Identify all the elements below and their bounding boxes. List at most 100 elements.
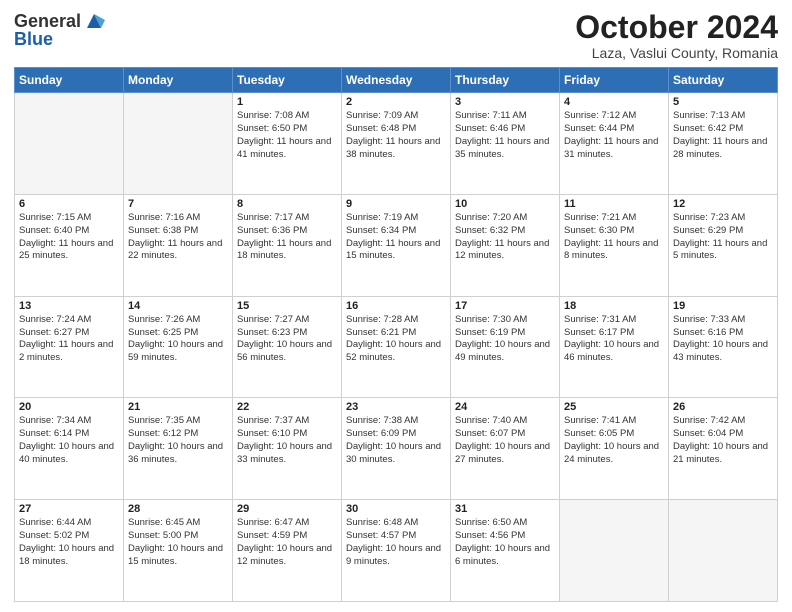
logo: General Blue xyxy=(14,10,105,50)
calendar-header-cell: Thursday xyxy=(451,68,560,93)
calendar-week-row: 13 Sunrise: 7:24 AM Sunset: 6:27 PM Dayli… xyxy=(15,296,778,398)
calendar-cell: 12 Sunrise: 7:23 AM Sunset: 6:29 PM Dayli… xyxy=(669,194,778,296)
day-info: Sunrise: 7:11 AM Sunset: 6:46 PM Dayligh… xyxy=(455,110,555,161)
day-number: 31 xyxy=(455,503,555,515)
calendar-cell: 14Sunrise: 7:26 AM Sunset: 6:25 PM Dayli… xyxy=(124,296,233,398)
calendar-cell xyxy=(669,500,778,602)
day-number: 18 xyxy=(564,300,664,312)
day-number: 12 xyxy=(673,198,773,210)
day-info: Sunrise: 7:37 AM Sunset: 6:10 PM Dayligh… xyxy=(237,415,337,466)
calendar-cell: 15Sunrise: 7:27 AM Sunset: 6:23 PM Dayli… xyxy=(233,296,342,398)
calendar-body: 1 Sunrise: 7:08 AM Sunset: 6:50 PM Daylig… xyxy=(15,93,778,602)
day-number: 16 xyxy=(346,300,446,312)
day-info: Sunrise: 7:40 AM Sunset: 6:07 PM Dayligh… xyxy=(455,415,555,466)
calendar-cell: 4Sunrise: 7:12 AM Sunset: 6:44 PM Daylig… xyxy=(560,93,669,195)
day-number: 21 xyxy=(128,401,228,413)
day-number: 20 xyxy=(19,401,119,413)
calendar-cell: 27 Sunrise: 6:44 AM Sunset: 5:02 PM Dayli… xyxy=(15,500,124,602)
calendar-cell: 19 Sunrise: 7:33 AM Sunset: 6:16 PM Dayli… xyxy=(669,296,778,398)
logo-icon xyxy=(83,10,105,32)
day-info: Sunrise: 7:30 AM Sunset: 6:19 PM Dayligh… xyxy=(455,314,555,365)
day-info: Sunrise: 7:17 AM Sunset: 6:36 PM Dayligh… xyxy=(237,212,337,263)
day-number: 8 xyxy=(237,198,337,210)
day-info: Sunrise: 7:35 AM Sunset: 6:12 PM Dayligh… xyxy=(128,415,228,466)
calendar-header-cell: Sunday xyxy=(15,68,124,93)
calendar-cell: 2Sunrise: 7:09 AM Sunset: 6:48 PM Daylig… xyxy=(342,93,451,195)
calendar-cell: 28Sunrise: 6:45 AM Sunset: 5:00 PM Dayli… xyxy=(124,500,233,602)
calendar-table: SundayMondayTuesdayWednesdayThursdayFrid… xyxy=(14,67,778,602)
title-location: Laza, Vaslui County, Romania xyxy=(575,45,778,61)
day-info: Sunrise: 7:31 AM Sunset: 6:17 PM Dayligh… xyxy=(564,314,664,365)
day-number: 30 xyxy=(346,503,446,515)
calendar-cell xyxy=(15,93,124,195)
day-info: Sunrise: 7:12 AM Sunset: 6:44 PM Dayligh… xyxy=(564,110,664,161)
day-number: 1 xyxy=(237,96,337,108)
day-info: Sunrise: 7:38 AM Sunset: 6:09 PM Dayligh… xyxy=(346,415,446,466)
day-info: Sunrise: 7:42 AM Sunset: 6:04 PM Dayligh… xyxy=(673,415,773,466)
calendar-cell: 24 Sunrise: 7:40 AM Sunset: 6:07 PM Dayli… xyxy=(451,398,560,500)
calendar-cell: 11Sunrise: 7:21 AM Sunset: 6:30 PM Dayli… xyxy=(560,194,669,296)
calendar-cell: 18 Sunrise: 7:31 AM Sunset: 6:17 PM Dayli… xyxy=(560,296,669,398)
day-number: 10 xyxy=(455,198,555,210)
calendar-cell: 21 Sunrise: 7:35 AM Sunset: 6:12 PM Dayli… xyxy=(124,398,233,500)
day-info: Sunrise: 7:19 AM Sunset: 6:34 PM Dayligh… xyxy=(346,212,446,263)
title-month: October 2024 xyxy=(575,10,778,45)
calendar-week-row: 27 Sunrise: 6:44 AM Sunset: 5:02 PM Dayli… xyxy=(15,500,778,602)
calendar-header-cell: Wednesday xyxy=(342,68,451,93)
day-number: 26 xyxy=(673,401,773,413)
day-info: Sunrise: 7:13 AM Sunset: 6:42 PM Dayligh… xyxy=(673,110,773,161)
header: General Blue October 2024 Laza, Vaslui C… xyxy=(14,10,778,61)
day-info: Sunrise: 7:08 AM Sunset: 6:50 PM Dayligh… xyxy=(237,110,337,161)
day-number: 27 xyxy=(19,503,119,515)
day-number: 11 xyxy=(564,198,664,210)
day-info: Sunrise: 7:26 AM Sunset: 6:25 PM Dayligh… xyxy=(128,314,228,365)
day-info: Sunrise: 7:33 AM Sunset: 6:16 PM Dayligh… xyxy=(673,314,773,365)
day-number: 19 xyxy=(673,300,773,312)
day-info: Sunrise: 7:16 AM Sunset: 6:38 PM Dayligh… xyxy=(128,212,228,263)
day-info: Sunrise: 7:28 AM Sunset: 6:21 PM Dayligh… xyxy=(346,314,446,365)
calendar-cell: 25 Sunrise: 7:41 AM Sunset: 6:05 PM Dayli… xyxy=(560,398,669,500)
calendar-week-row: 1 Sunrise: 7:08 AM Sunset: 6:50 PM Daylig… xyxy=(15,93,778,195)
day-number: 9 xyxy=(346,198,446,210)
calendar-header-cell: Tuesday xyxy=(233,68,342,93)
day-number: 7 xyxy=(128,198,228,210)
calendar-cell: 5Sunrise: 7:13 AM Sunset: 6:42 PM Daylig… xyxy=(669,93,778,195)
calendar-cell: 26 Sunrise: 7:42 AM Sunset: 6:04 PM Dayli… xyxy=(669,398,778,500)
day-info: Sunrise: 7:41 AM Sunset: 6:05 PM Dayligh… xyxy=(564,415,664,466)
day-info: Sunrise: 6:45 AM Sunset: 5:00 PM Dayligh… xyxy=(128,517,228,568)
day-number: 23 xyxy=(346,401,446,413)
calendar-cell xyxy=(124,93,233,195)
calendar-header-cell: Monday xyxy=(124,68,233,93)
calendar-cell: 22Sunrise: 7:37 AM Sunset: 6:10 PM Dayli… xyxy=(233,398,342,500)
calendar-header-cell: Saturday xyxy=(669,68,778,93)
logo-blue-text: Blue xyxy=(14,30,53,50)
day-info: Sunrise: 6:50 AM Sunset: 4:56 PM Dayligh… xyxy=(455,517,555,568)
calendar-cell: 10 Sunrise: 7:20 AM Sunset: 6:32 PM Dayli… xyxy=(451,194,560,296)
page: General Blue October 2024 Laza, Vaslui C… xyxy=(0,0,792,612)
day-number: 6 xyxy=(19,198,119,210)
calendar-cell: 3 Sunrise: 7:11 AM Sunset: 6:46 PM Daylig… xyxy=(451,93,560,195)
day-info: Sunrise: 7:24 AM Sunset: 6:27 PM Dayligh… xyxy=(19,314,119,365)
day-info: Sunrise: 7:23 AM Sunset: 6:29 PM Dayligh… xyxy=(673,212,773,263)
calendar-week-row: 6Sunrise: 7:15 AM Sunset: 6:40 PM Daylig… xyxy=(15,194,778,296)
day-number: 13 xyxy=(19,300,119,312)
title-block: October 2024 Laza, Vaslui County, Romani… xyxy=(575,10,778,61)
calendar-cell: 8 Sunrise: 7:17 AM Sunset: 6:36 PM Daylig… xyxy=(233,194,342,296)
calendar-cell: 1 Sunrise: 7:08 AM Sunset: 6:50 PM Daylig… xyxy=(233,93,342,195)
calendar-cell: 17Sunrise: 7:30 AM Sunset: 6:19 PM Dayli… xyxy=(451,296,560,398)
day-info: Sunrise: 6:47 AM Sunset: 4:59 PM Dayligh… xyxy=(237,517,337,568)
calendar-cell: 29 Sunrise: 6:47 AM Sunset: 4:59 PM Dayli… xyxy=(233,500,342,602)
calendar-cell xyxy=(560,500,669,602)
calendar-header-cell: Friday xyxy=(560,68,669,93)
calendar-cell: 31 Sunrise: 6:50 AM Sunset: 4:56 PM Dayli… xyxy=(451,500,560,602)
calendar-cell: 20Sunrise: 7:34 AM Sunset: 6:14 PM Dayli… xyxy=(15,398,124,500)
day-info: Sunrise: 7:20 AM Sunset: 6:32 PM Dayligh… xyxy=(455,212,555,263)
calendar-cell: 13 Sunrise: 7:24 AM Sunset: 6:27 PM Dayli… xyxy=(15,296,124,398)
day-info: Sunrise: 6:44 AM Sunset: 5:02 PM Dayligh… xyxy=(19,517,119,568)
calendar-cell: 6Sunrise: 7:15 AM Sunset: 6:40 PM Daylig… xyxy=(15,194,124,296)
day-number: 29 xyxy=(237,503,337,515)
day-number: 25 xyxy=(564,401,664,413)
day-number: 24 xyxy=(455,401,555,413)
day-info: Sunrise: 7:27 AM Sunset: 6:23 PM Dayligh… xyxy=(237,314,337,365)
day-number: 3 xyxy=(455,96,555,108)
